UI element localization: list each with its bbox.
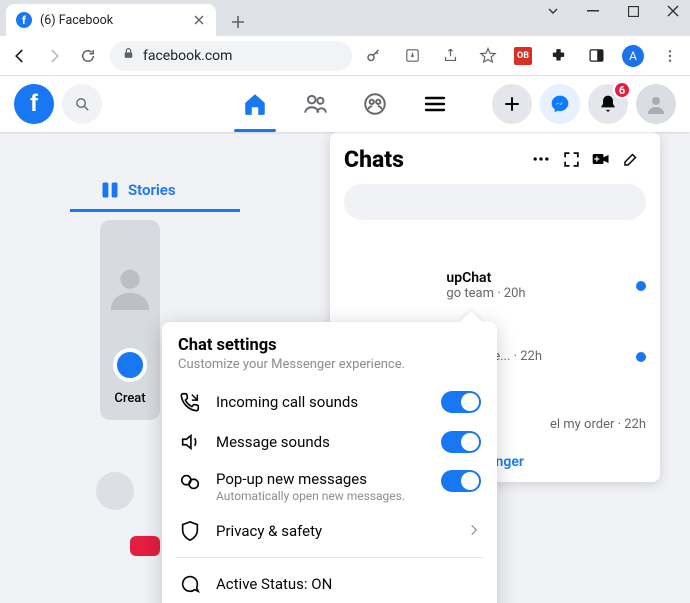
label: Message sounds xyxy=(216,433,427,451)
lock-icon xyxy=(122,47,135,64)
plus-icon xyxy=(113,348,147,382)
chat-sub: · 22h xyxy=(510,349,542,364)
notifications-button[interactable]: 6 xyxy=(588,84,628,124)
label: Active Status: ON xyxy=(216,575,481,593)
profile-avatar[interactable]: A xyxy=(622,45,644,67)
tab-title: (6) Facebook xyxy=(40,13,184,28)
label: Privacy & safety xyxy=(216,522,453,540)
account-button[interactable] xyxy=(636,84,676,124)
speaker-icon xyxy=(178,430,202,454)
fb-body: Stories Creat Chats upChat go team · 20h… xyxy=(0,132,690,603)
list-item[interactable] xyxy=(96,472,134,510)
chats-options-icon[interactable] xyxy=(526,144,556,174)
close-tab-icon[interactable] xyxy=(192,13,206,27)
browser-tab[interactable]: f (6) Facebook xyxy=(6,4,216,36)
share-icon[interactable] xyxy=(438,44,462,68)
nav-groups[interactable] xyxy=(350,80,400,128)
unread-dot xyxy=(636,352,646,362)
nav-home[interactable] xyxy=(230,80,280,128)
create-story-card[interactable]: Creat xyxy=(100,220,160,420)
chat-sub: · 22h xyxy=(614,417,646,432)
label: Pop-up new messages xyxy=(216,470,427,488)
extension-ob[interactable]: OB xyxy=(514,47,532,65)
row-incoming-call-sounds[interactable]: Incoming call sounds xyxy=(162,382,497,422)
nav-friends[interactable] xyxy=(290,80,340,128)
star-icon[interactable] xyxy=(476,44,500,68)
forward-icon[interactable] xyxy=(42,44,66,68)
chat-settings-popover: Chat settings Customize your Messenger e… xyxy=(162,322,497,603)
row-popup-messages[interactable]: Pop-up new messages Automatically open n… xyxy=(162,462,497,511)
row-active-status[interactable]: Active Status: ON xyxy=(162,564,497,603)
phone-incoming-icon xyxy=(178,390,202,414)
row-message-sounds[interactable]: Message sounds xyxy=(162,422,497,462)
create-story-label: Creat xyxy=(114,391,145,406)
chat-sub: go team · 20h xyxy=(446,286,525,301)
install-icon[interactable] xyxy=(400,44,424,68)
minimize-icon[interactable] xyxy=(586,4,600,18)
url-text: facebook.com xyxy=(143,48,232,64)
chat-title: upChat xyxy=(446,270,525,286)
label: Incoming call sounds xyxy=(216,393,427,411)
video-call-icon[interactable] xyxy=(586,144,616,174)
row-privacy-safety[interactable]: Privacy & safety xyxy=(162,511,497,551)
compose-icon[interactable] xyxy=(616,144,646,174)
close-window-icon[interactable] xyxy=(666,4,680,18)
facebook-logo[interactable]: f xyxy=(14,84,54,124)
toggle-message-sounds[interactable] xyxy=(441,431,481,453)
toggle-popup[interactable] xyxy=(441,470,481,492)
key-icon[interactable] xyxy=(362,44,386,68)
nav-menu[interactable] xyxy=(410,80,460,128)
messenger-button[interactable] xyxy=(540,84,580,124)
side-panel-icon[interactable] xyxy=(584,44,608,68)
back-icon[interactable] xyxy=(8,44,32,68)
fb-search-button[interactable] xyxy=(62,84,102,124)
sublabel: Automatically open new messages. xyxy=(216,489,427,503)
fb-top-nav: f 6 xyxy=(0,76,690,132)
stories-label: Stories xyxy=(128,181,176,199)
chats-title: Chats xyxy=(344,146,526,173)
chats-search[interactable] xyxy=(344,184,646,220)
maximize-icon[interactable] xyxy=(626,4,640,18)
facebook-favicon: f xyxy=(16,12,32,28)
chat-bubble-icon xyxy=(178,572,202,596)
chevron-right-icon xyxy=(467,522,481,541)
notification-badge: 6 xyxy=(613,81,631,99)
new-tab-button[interactable] xyxy=(224,8,252,36)
expand-icon[interactable] xyxy=(556,144,586,174)
address-bar[interactable]: facebook.com xyxy=(110,41,352,71)
menu-dots-icon[interactable] xyxy=(658,44,682,68)
avatar xyxy=(96,472,134,510)
toggle-incoming[interactable] xyxy=(441,391,481,413)
settings-title: Chat settings xyxy=(178,336,481,355)
create-button[interactable] xyxy=(492,84,532,124)
tab-stories[interactable]: Stories xyxy=(100,180,176,200)
chat-title: el my order xyxy=(550,417,614,432)
browser-toolbar: facebook.com OB A xyxy=(0,36,690,76)
settings-subtitle: Customize your Messenger experience. xyxy=(178,357,481,372)
chat-item[interactable]: upChat go team · 20h xyxy=(344,260,646,311)
shield-icon xyxy=(178,519,202,543)
reload-icon[interactable] xyxy=(76,44,100,68)
popup-icon xyxy=(178,470,202,494)
extensions-icon[interactable] xyxy=(546,44,570,68)
chevron-down-icon[interactable] xyxy=(546,4,560,18)
unread-dot xyxy=(636,281,646,291)
live-badge xyxy=(130,536,160,556)
divider xyxy=(176,557,483,558)
